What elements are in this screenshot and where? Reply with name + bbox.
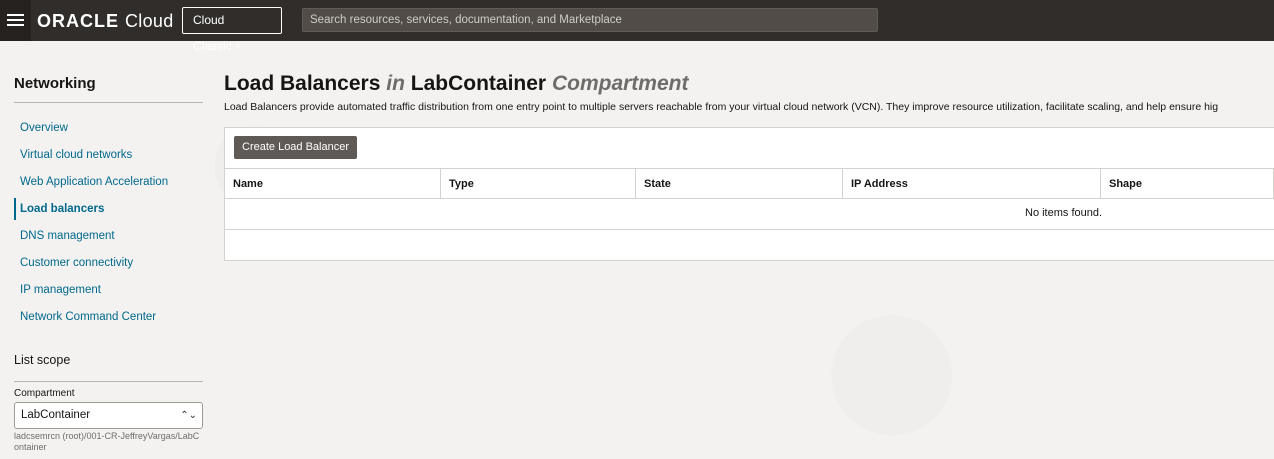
title-compartment: LabContainer — [410, 72, 547, 95]
sidebar-item-virtual-cloud-networks[interactable]: Virtual cloud networks — [14, 148, 203, 175]
empty-message: No items found. — [1025, 207, 1103, 219]
column-header-shape[interactable]: Shape — [1101, 169, 1274, 198]
search-input[interactable] — [302, 8, 878, 32]
main-content: Load Balancers in LabContainer Compartme… — [224, 72, 1274, 261]
load-balancers-panel: Create Load Balancer Name Type State IP … — [224, 127, 1274, 261]
cloud-classic-button[interactable]: Cloud Classic › — [182, 7, 282, 53]
chevron-right-icon: › — [235, 38, 241, 53]
brand-cloud: Cloud — [125, 11, 174, 31]
table-empty-row: No items found. — [225, 199, 1274, 230]
column-header-state[interactable]: State — [636, 169, 843, 198]
sidebar-item-ip-management[interactable]: IP management — [14, 283, 203, 310]
title-resource: Load Balancers — [224, 72, 381, 95]
sidebar-item-load-balancers[interactable]: Load balancers — [14, 198, 203, 229]
page-description: Load Balancers provide automated traffic… — [224, 101, 1219, 113]
select-arrows-icon: ⌃⌄ — [180, 410, 197, 421]
sidebar-item-web-application-acceleration[interactable]: Web Application Acceleration — [14, 175, 203, 202]
title-suffix: Compartment — [551, 72, 689, 95]
brand-oracle: ORACLE — [37, 11, 119, 31]
sidebar-item-customer-connectivity[interactable]: Customer connectivity — [14, 256, 203, 283]
sidebar-divider — [14, 102, 203, 103]
compartment-select[interactable]: LabContainer ⌃⌄ — [14, 402, 203, 429]
page-title: Load Balancers in LabContainer Compartme… — [224, 72, 1274, 96]
compartment-path: ladcsemrcn (root)/001-CR-JeffreyVargas/L… — [14, 431, 200, 452]
table-header: Name Type State IP Address Shape — [225, 168, 1274, 199]
cloud-classic-label: Cloud Classic — [193, 13, 232, 53]
sidebar-item-dns-management[interactable]: DNS management — [14, 229, 203, 256]
sidebar-item-overview[interactable]: Overview — [14, 121, 203, 148]
column-header-name[interactable]: Name — [225, 169, 441, 198]
compartment-label: Compartment — [14, 388, 75, 399]
create-load-balancer-button[interactable]: Create Load Balancer — [234, 136, 358, 159]
sidebar: Networking Overview Virtual cloud networ… — [14, 75, 203, 452]
column-header-ip-address[interactable]: IP Address — [843, 169, 1101, 198]
oracle-cloud-logo[interactable]: ORACLE Cloud — [37, 11, 174, 32]
compartment-value: LabContainer — [21, 409, 91, 421]
sidebar-nav: Overview Virtual cloud networks Web Appl… — [14, 121, 203, 337]
list-scope-title: List scope — [14, 353, 71, 367]
top-navigation-bar: ORACLE Cloud Cloud Classic › — [0, 0, 1274, 53]
title-in: in — [386, 72, 405, 95]
sidebar-title: Networking — [14, 75, 96, 92]
list-scope-divider — [14, 381, 203, 382]
column-header-type[interactable]: Type — [441, 169, 636, 198]
menu-icon[interactable] — [0, 0, 31, 41]
sidebar-item-network-command-center[interactable]: Network Command Center — [14, 310, 203, 337]
